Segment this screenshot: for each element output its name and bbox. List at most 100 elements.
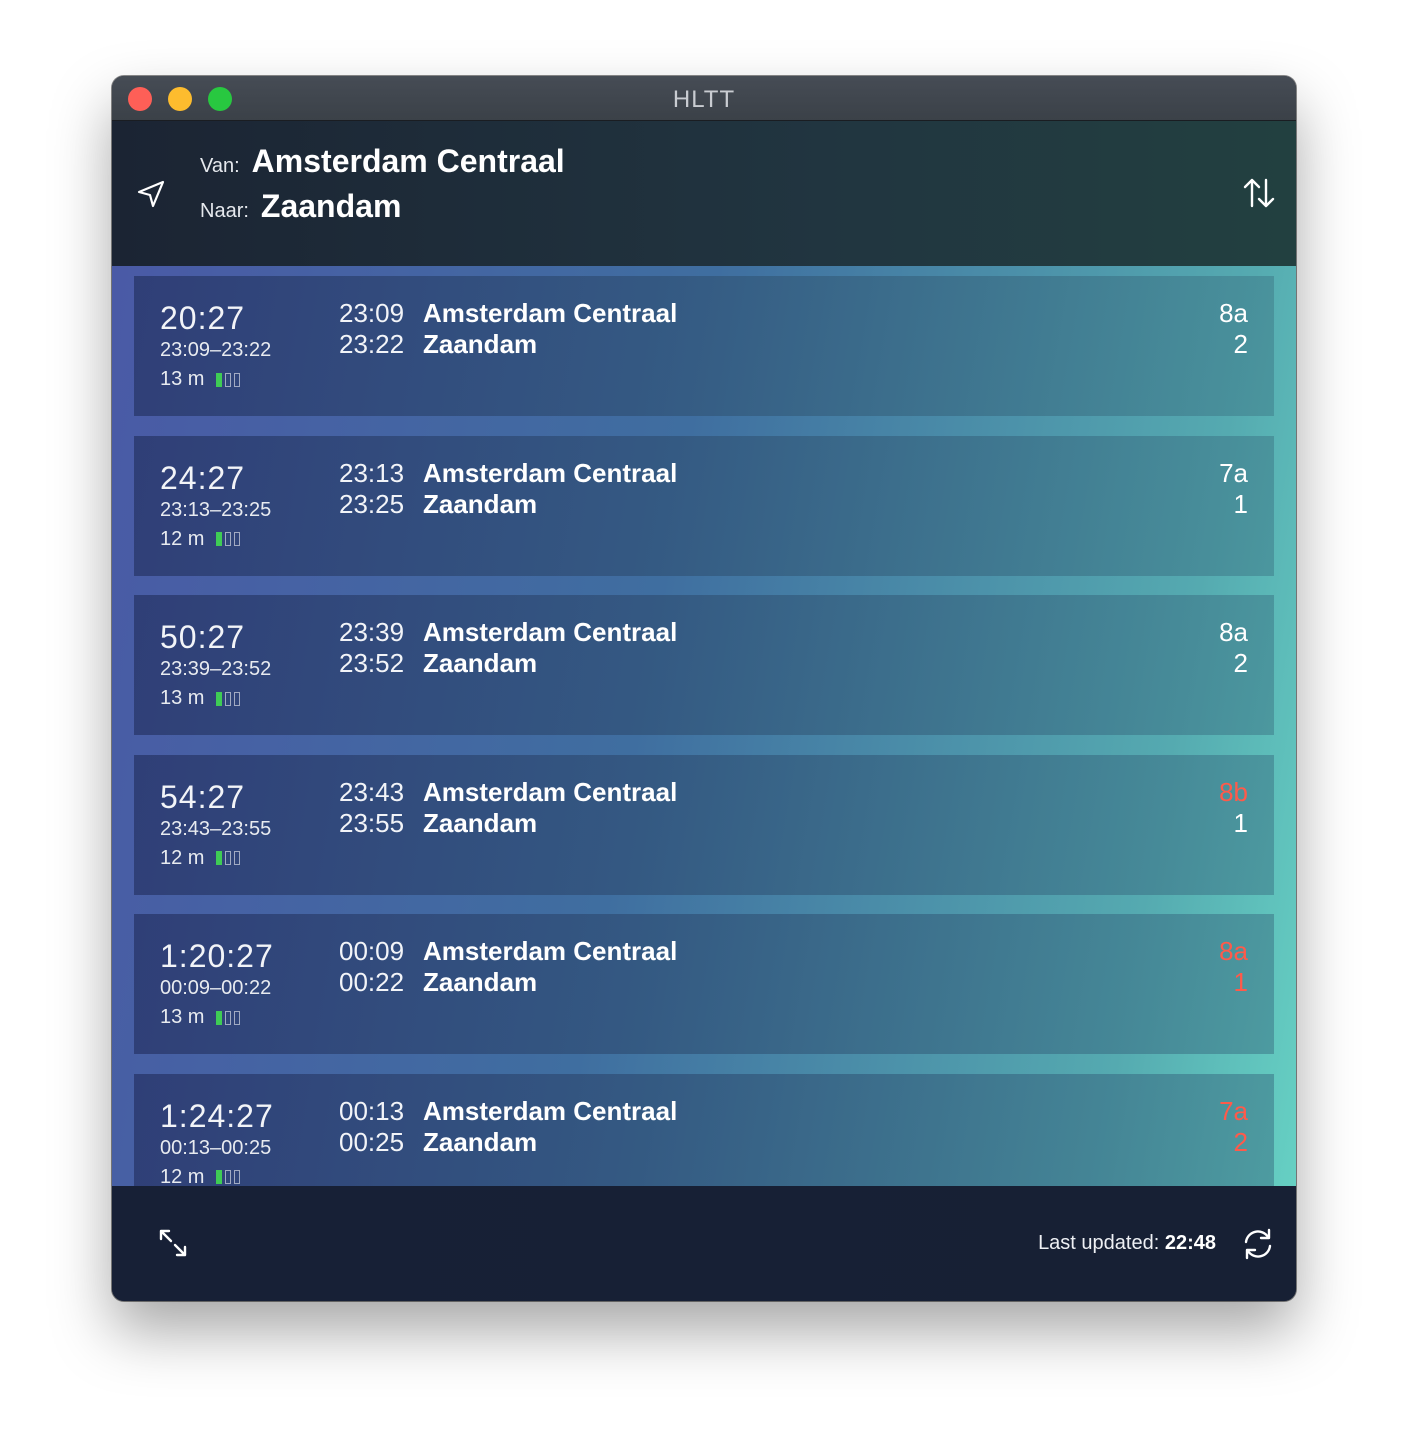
departure-leg: 23:43 Amsterdam Centraal <box>339 777 677 808</box>
arrival-station: Zaandam <box>423 967 538 997</box>
departure-station: Amsterdam Centraal <box>423 617 678 647</box>
from-label: Van: <box>200 155 240 177</box>
arrival-station: Zaandam <box>423 1126 538 1157</box>
crowding-bar <box>225 372 232 387</box>
arrival-leg: 23:52 Zaandam <box>339 648 677 679</box>
trip-card[interactable]: 1:24:27 00:13–00:25 12 m 00:13 Amsterdam Cen… <box>134 1073 1274 1187</box>
trip-legs: 23:09 Amsterdam Centraal 23:22 Zaandam <box>339 298 677 360</box>
title-bar[interactable]: HLTT <box>112 76 1296 121</box>
crowding-bar <box>234 372 241 387</box>
arrival-station: Zaandam <box>423 648 538 678</box>
trip-duration: 13 m <box>160 368 205 390</box>
departure-platform: 7a <box>1219 1095 1248 1126</box>
departure-countdown: 20:27 <box>160 300 246 336</box>
arrival-time: 23:22 <box>339 329 405 359</box>
arrival-platform: 1 <box>1233 488 1248 519</box>
trip-time-span: 23:09–23:22 <box>160 339 272 361</box>
departure-platform: 8b <box>1219 776 1248 807</box>
trip-card[interactable]: 54:27 23:43–23:55 12 m 23:43 Amsterdam Centr… <box>134 754 1274 895</box>
trip-duration-row: 12 m <box>160 1165 241 1187</box>
trip-card[interactable]: 20:27 23:09–23:22 13 m 23:09 Amsterdam Centr… <box>134 276 1274 416</box>
crowding-indicator <box>216 372 241 387</box>
departure-time: 23:09 <box>339 298 405 328</box>
crowding-bar <box>216 851 223 865</box>
departure-time: 23:13 <box>339 457 405 488</box>
crowding-bar <box>225 1170 232 1184</box>
trip-list[interactable]: 20:27 23:09–23:22 13 m 23:09 Amsterdam Centr… <box>112 266 1296 1186</box>
crowding-bar <box>216 1170 223 1184</box>
arrival-platform: 1 <box>1233 967 1248 997</box>
arrival-station: Zaandam <box>423 807 538 838</box>
crowding-bar <box>234 851 241 865</box>
crowding-indicator <box>216 1010 241 1025</box>
from-station[interactable]: Amsterdam Centraal <box>252 143 565 180</box>
to-label: Naar: <box>200 200 249 222</box>
platforms: 8a 2 <box>1219 617 1248 679</box>
trip-card[interactable]: 24:27 23:13–23:25 12 m 23:13 Amsterdam Centr… <box>134 435 1274 576</box>
crowding-indicator <box>216 1170 241 1184</box>
platforms: 8b 1 <box>1219 777 1248 839</box>
crowding-bar <box>216 1010 223 1025</box>
departure-time: 00:13 <box>339 1095 405 1126</box>
departure-leg: 23:39 Amsterdam Centraal <box>339 617 677 648</box>
trip-duration: 13 m <box>160 1006 205 1028</box>
departure-leg: 00:13 Amsterdam Centraal <box>339 1096 677 1127</box>
trip-card[interactable]: 50:27 23:39–23:52 13 m 23:39 Amsterdam Centr… <box>134 595 1274 735</box>
crowding-bar <box>234 691 241 706</box>
departure-leg: 00:09 Amsterdam Centraal <box>339 936 677 967</box>
departure-platform: 8a <box>1219 936 1248 966</box>
trip-legs: 23:43 Amsterdam Centraal 23:55 Zaandam <box>339 777 677 839</box>
trip-time-span: 23:43–23:55 <box>160 817 272 840</box>
crowding-indicator <box>216 691 241 706</box>
crowding-bar <box>225 532 232 546</box>
trip-duration-row: 12 m <box>160 847 241 870</box>
trip-legs: 23:13 Amsterdam Centraal 23:25 Zaandam <box>339 458 677 520</box>
last-updated-label: Last updated: <box>1038 1232 1160 1254</box>
departure-platform: 7a <box>1219 457 1248 488</box>
crowding-bar <box>216 532 223 546</box>
crowding-indicator <box>216 532 241 546</box>
departure-station: Amsterdam Centraal <box>423 457 678 488</box>
departure-countdown: 54:27 <box>160 778 246 815</box>
refresh-icon[interactable] <box>1240 1226 1276 1262</box>
arrival-time: 23:25 <box>339 488 405 519</box>
to-station[interactable]: Zaandam <box>261 188 401 225</box>
platforms: 8a 1 <box>1219 936 1248 998</box>
trip-card[interactable]: 1:20:27 00:09–00:22 13 m 00:09 Amsterdam Cen… <box>134 914 1274 1054</box>
departure-station: Amsterdam Centraal <box>423 1095 678 1126</box>
arrival-time: 23:52 <box>339 648 405 678</box>
trip-legs: 00:13 Amsterdam Centraal 00:25 Zaandam <box>339 1096 677 1158</box>
from-row[interactable]: Van: Amsterdam Centraal <box>200 143 565 180</box>
departure-countdown: 1:20:27 <box>160 938 274 974</box>
location-arrow-icon[interactable] <box>136 179 166 209</box>
departure-station: Amsterdam Centraal <box>423 936 678 966</box>
departure-countdown: 1:24:27 <box>160 1097 274 1134</box>
trip-duration-row: 13 m <box>160 368 241 391</box>
trip-duration-row: 13 m <box>160 687 241 710</box>
trip-time-span: 00:13–00:25 <box>160 1136 272 1159</box>
trip-duration-row: 13 m <box>160 1006 241 1029</box>
departure-time: 23:39 <box>339 617 405 647</box>
crowding-bar <box>234 532 241 546</box>
crowding-bar <box>234 1010 241 1025</box>
departure-station: Amsterdam Centraal <box>423 298 678 328</box>
arrival-platform: 2 <box>1233 648 1248 678</box>
swap-direction-icon[interactable] <box>1242 176 1276 210</box>
crowding-indicator <box>216 851 241 865</box>
last-updated-time: 22:48 <box>1164 1232 1216 1254</box>
trip-duration: 12 m <box>160 1165 205 1187</box>
expand-icon[interactable] <box>158 1228 188 1258</box>
departure-leg: 23:09 Amsterdam Centraal <box>339 298 677 329</box>
trip-time-span: 23:13–23:25 <box>160 498 272 521</box>
last-updated: Last updated: 22:48 <box>1038 1232 1216 1255</box>
departure-platform: 8a <box>1219 298 1248 328</box>
arrival-leg: 23:25 Zaandam <box>339 489 677 520</box>
departure-leg: 23:13 Amsterdam Centraal <box>339 458 677 489</box>
trip-time-span: 23:39–23:52 <box>160 658 272 680</box>
platforms: 7a 1 <box>1219 458 1248 520</box>
arrival-time: 00:22 <box>339 967 405 997</box>
trip-duration: 12 m <box>160 527 205 550</box>
arrival-leg: 00:25 Zaandam <box>339 1127 677 1158</box>
platforms: 7a 2 <box>1219 1096 1248 1158</box>
to-row[interactable]: Naar: Zaandam <box>200 188 401 225</box>
